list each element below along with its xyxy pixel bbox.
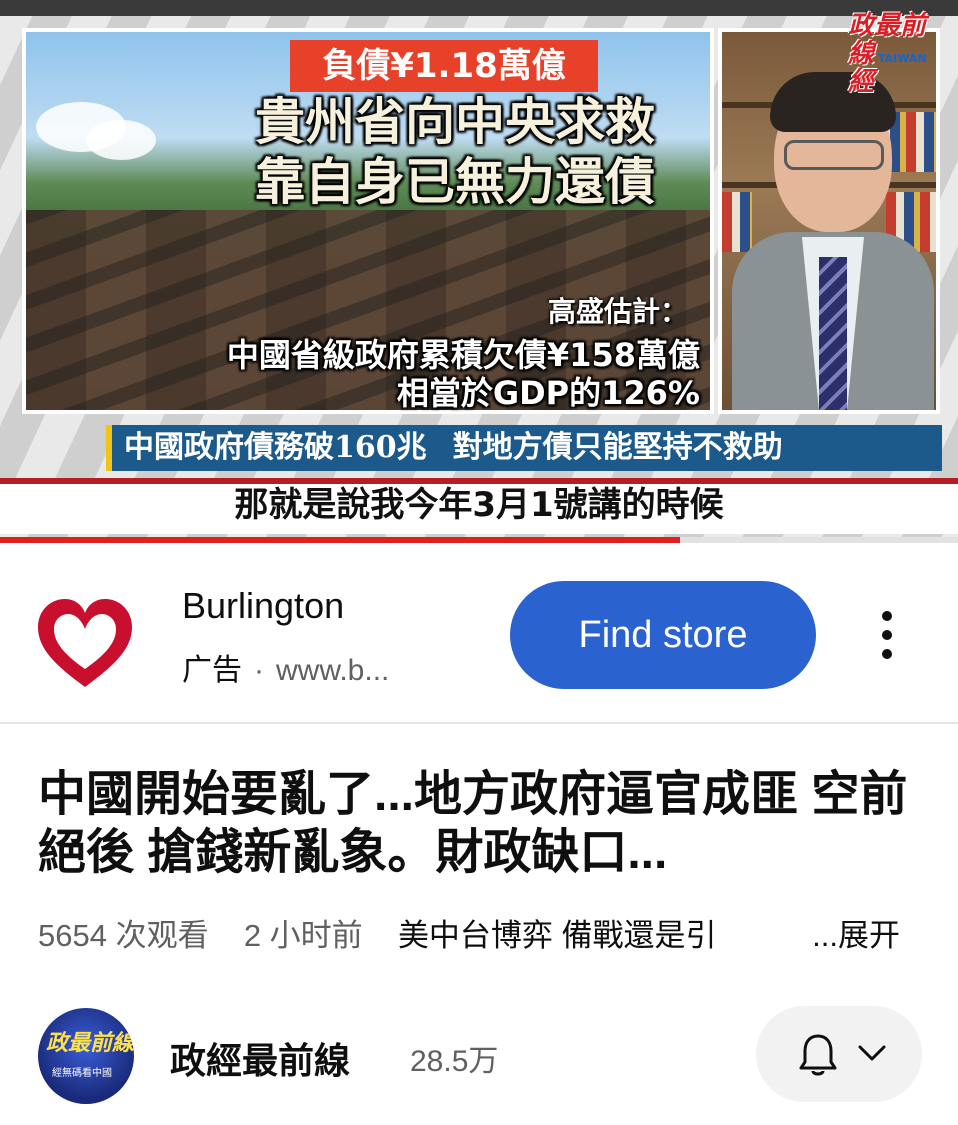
video-top-bar: [0, 0, 958, 16]
view-count: 5654 次观看: [38, 918, 209, 953]
ad-meta: 广告 · www.b...: [182, 645, 389, 689]
video-subtitle: 那就是說我今年3月1號講的時候: [234, 485, 724, 525]
channel-name[interactable]: 政經最前線: [170, 1032, 350, 1084]
more-dot: [882, 649, 892, 659]
video-tags: 美中台博弈 備戰還是引: [397, 918, 717, 953]
avatar-subtext: 經無碼看中國: [52, 1068, 112, 1079]
bell-icon: [799, 1034, 837, 1076]
ad-card[interactable]: Burlington 广告 · www.b... Find store: [0, 543, 958, 723]
debt-tag: 負債¥1.18萬億: [290, 40, 598, 92]
video-meta[interactable]: 5654 次观看 2 小时前 美中台博弈 備戰還是引 ...展开: [38, 910, 928, 954]
cloud: [86, 120, 156, 160]
ticker-part-1: 中國政府債務破160兆: [124, 430, 427, 465]
channel-watermark-logo: 政最前線 經 TAIWAN: [848, 12, 948, 96]
subscribed-notifications-button[interactable]: [756, 1006, 922, 1102]
avatar-text: 政最前線: [46, 1030, 134, 1056]
subscriber-count: 28.5万: [410, 1045, 499, 1078]
ad-url: www.b...: [276, 654, 390, 687]
news-ticker: 中國政府債務破160兆 對地方債只能堅持不救助: [106, 425, 942, 471]
ad-label: 广告: [182, 654, 242, 687]
video-player[interactable]: 負債¥1.18萬億 貴州省向中央求救 靠自身已無力還債 高盛估計： 中國省級政府…: [0, 0, 958, 543]
ad-separator: ·: [254, 654, 264, 687]
presenter-glasses: [784, 140, 884, 170]
upload-time: 2 小时前: [243, 918, 363, 953]
more-dot: [882, 630, 892, 640]
watermark-line-2: 經: [848, 67, 875, 97]
video-title[interactable]: 中國開始要亂了...地方政府逼官成匪 空前絕後 搶錢新亂象。財政缺口...: [38, 766, 928, 882]
thumbnail-headline: 貴州省向中央求救 靠自身已無力還債: [175, 92, 735, 212]
headline-line-2: 靠自身已無力還債: [255, 153, 655, 211]
estimate-line-2: 相當於GDP的126%: [396, 374, 700, 412]
estimate-title: 高盛估計：: [548, 295, 689, 328]
headline-line-1: 貴州省向中央求救: [255, 93, 655, 151]
burlington-heart-logo: [38, 599, 132, 687]
channel-row: 政最前線 經無碼看中國 政經最前線 28.5万: [0, 990, 958, 1120]
watermark-sub: TAIWAN: [878, 52, 927, 65]
ad-advertiser-name: Burlington: [182, 585, 345, 626]
channel-avatar[interactable]: 政最前線 經無碼看中國: [38, 1008, 134, 1104]
more-options-icon[interactable]: [862, 605, 912, 665]
find-store-button[interactable]: Find store: [510, 581, 816, 689]
chevron-down-icon: [858, 1045, 886, 1061]
expand-description-button[interactable]: ...展开: [776, 910, 900, 954]
ad-divider: [0, 722, 958, 724]
books: [722, 192, 752, 252]
presenter-tie: [819, 257, 847, 410]
more-dot: [882, 611, 892, 621]
ticker-part-2: 對地方債只能堅持不救助: [452, 430, 783, 465]
